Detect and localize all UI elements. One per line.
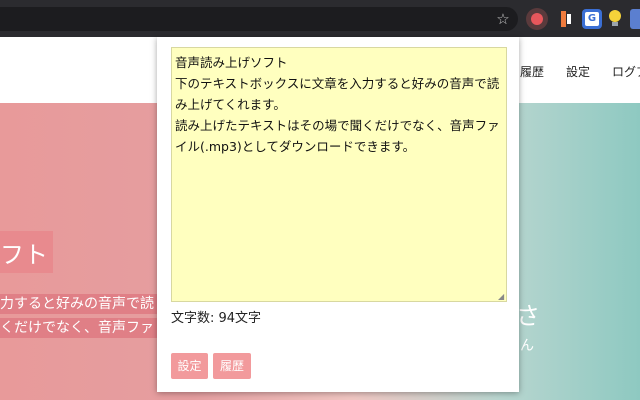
idea-bulb-icon[interactable]	[606, 9, 626, 29]
hero-title: フト	[0, 241, 48, 269]
resize-handle-icon[interactable]: ◢	[498, 293, 506, 301]
hero-right-text: さ	[516, 302, 540, 330]
audio-extension-icon[interactable]	[556, 9, 576, 29]
nav-history-link[interactable]: 履歴	[520, 63, 544, 80]
history-button[interactable]: 履歴	[213, 353, 251, 379]
text-input-area[interactable]: 音声読み上げソフト 下のテキストボックスに文章を入力すると好みの音声で読み上げて…	[171, 47, 507, 302]
bulb-cap	[612, 22, 618, 26]
browser-toolbar: ☆ G	[0, 0, 640, 37]
address-bar[interactable]	[0, 7, 518, 31]
settings-button[interactable]: 設定	[171, 353, 208, 379]
nav-settings-link[interactable]: 設定	[566, 63, 590, 80]
tts-extension-dot	[531, 13, 543, 25]
extension-icon[interactable]	[630, 9, 640, 29]
nav-login-link[interactable]: ログア	[612, 63, 640, 80]
bulb-shape	[609, 10, 621, 22]
translate-glyph: G	[585, 12, 599, 26]
hero-description-line2: くだけでなく、音声ファ	[0, 318, 164, 338]
bookmark-star-icon[interactable]: ☆	[494, 10, 512, 28]
hero-right-text-2: ん	[520, 338, 534, 354]
audio-icon-bar	[567, 14, 571, 24]
character-count: 文字数: 94文字	[171, 311, 262, 326]
audio-icon-bar	[561, 11, 566, 27]
hero-description-line1: 力すると好みの音声で読	[0, 294, 164, 314]
extension-popup: 音声読み上げソフト 下のテキストボックスに文章を入力すると好みの音声で読み上げて…	[157, 37, 519, 392]
google-translate-icon[interactable]: G	[582, 9, 602, 29]
tts-extension-icon[interactable]	[526, 8, 548, 30]
